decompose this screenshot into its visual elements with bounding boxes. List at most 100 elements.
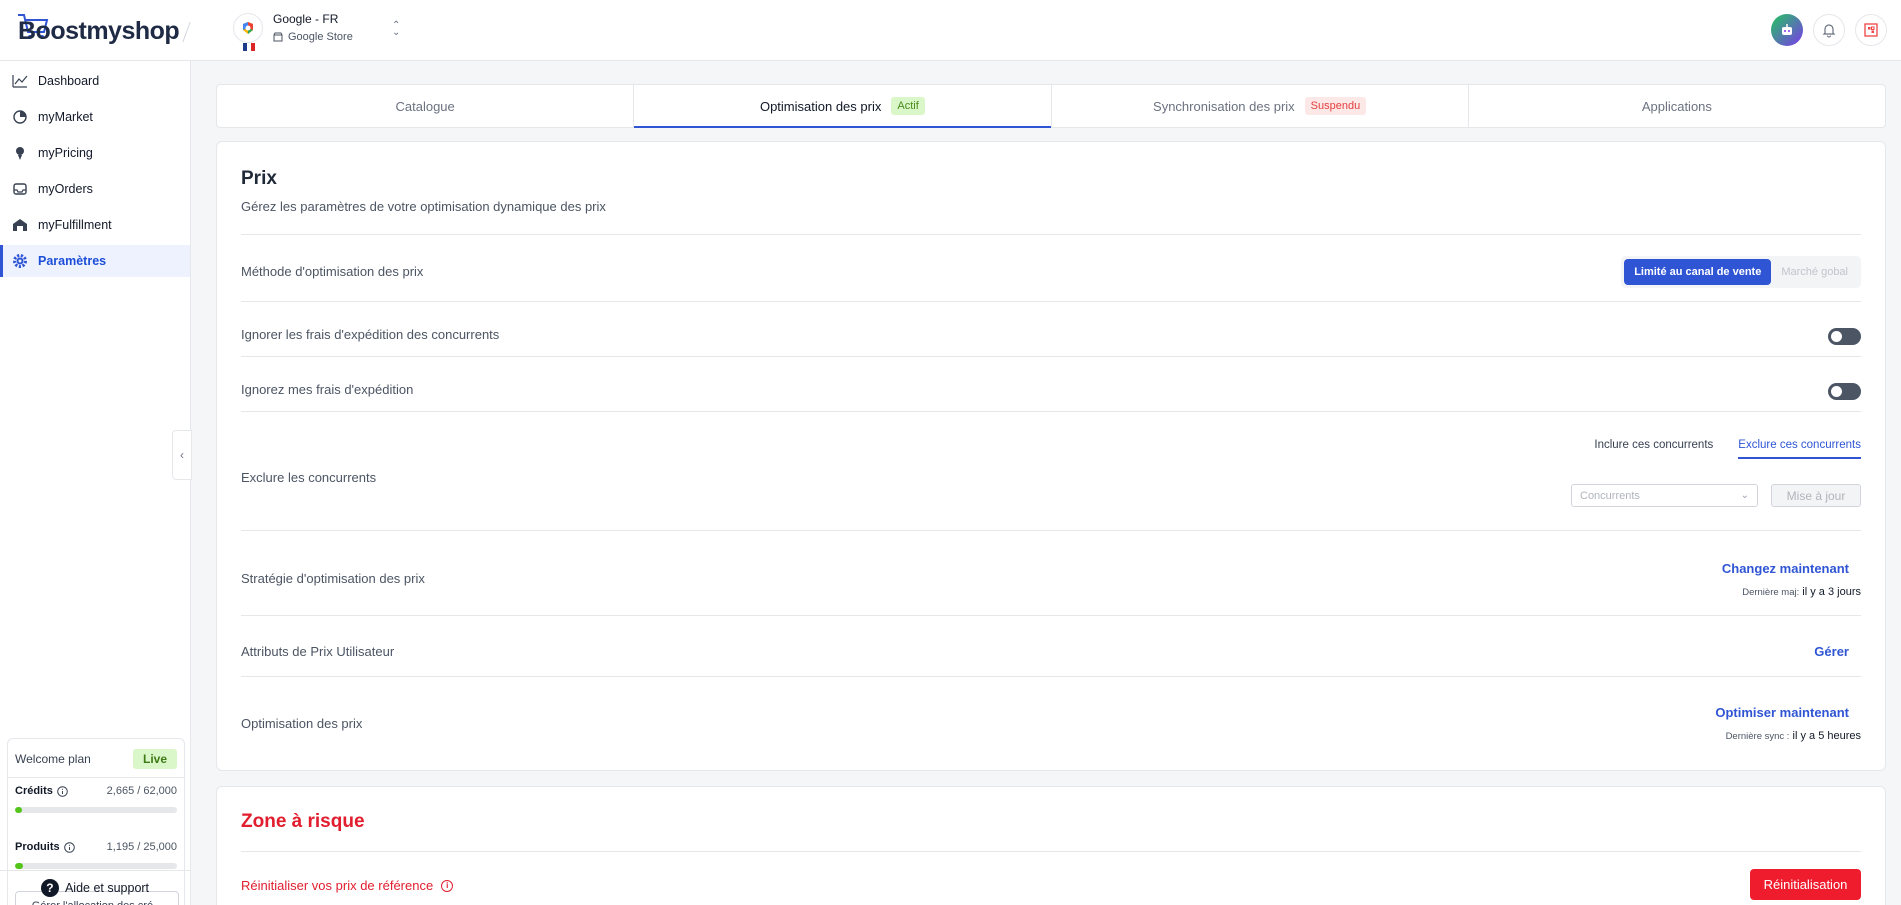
sidebar-item-label: Dashboard xyxy=(38,74,100,88)
assistant-button[interactable] xyxy=(1771,14,1803,46)
sidebar-item-mypricing[interactable]: myPricing xyxy=(0,137,190,169)
status-badge: Actif xyxy=(891,97,925,115)
tab-label: Optimisation des prix xyxy=(759,98,882,114)
status-badge: Live xyxy=(132,749,177,769)
store-selector[interactable]: Google - FR Google Store xyxy=(233,12,353,51)
sidebar-item-label: myFulfillment xyxy=(38,218,112,232)
top-bar: Boostmyshop Google - FR Google Store ⌃ ⌄ xyxy=(0,0,1901,61)
method-option-channel[interactable]: Limité au canal de vente xyxy=(1624,259,1772,285)
products-label: Produits xyxy=(15,841,60,853)
pie-chart-icon xyxy=(13,110,27,124)
chart-line-icon xyxy=(12,75,28,88)
select-placeholder: Concurrents xyxy=(1580,489,1640,502)
credits-progress-fill xyxy=(15,807,22,813)
reset-button[interactable]: Réinitialisation xyxy=(1750,869,1861,900)
user-price-attributes-label: Attributs de Prix Utilisateur xyxy=(241,644,395,659)
manage-attributes-link[interactable]: Gérer xyxy=(1814,644,1849,659)
tab-synchronisation-prix[interactable]: Synchronisation des prix Suspendu xyxy=(1052,85,1469,127)
chevron-up-down-icon[interactable]: ⌃ ⌄ xyxy=(392,21,400,38)
info-icon[interactable]: i xyxy=(441,879,454,892)
optimisation-last-sync: Dernière sync : il y a 5 heures xyxy=(1726,730,1861,742)
divider xyxy=(182,22,192,42)
notifications-button[interactable] xyxy=(1813,14,1845,46)
help-label: Aide et support xyxy=(64,881,150,895)
ignore-my-shipping-toggle[interactable] xyxy=(1828,383,1861,400)
tab-applications[interactable]: Applications xyxy=(1469,85,1885,127)
reset-reference-prices-label: Réinitialiser vos prix de référence i xyxy=(241,878,454,893)
sidebar-item-label: myMarket xyxy=(38,110,93,124)
info-icon[interactable] xyxy=(57,785,68,797)
google-store-avatar xyxy=(233,12,263,51)
top-actions xyxy=(1771,14,1887,46)
section-title: Prix xyxy=(241,168,277,189)
apps-button[interactable] xyxy=(1855,14,1887,46)
products-progress xyxy=(15,863,177,869)
prix-card: Prix Gérez les paramètres de votre optim… xyxy=(216,141,1886,771)
status-badge: Suspendu xyxy=(1304,97,1367,115)
sidebar: Dashboard myMarket myPricing myOrders my… xyxy=(0,61,191,905)
method-label: Méthode d'optimisation des prix xyxy=(241,264,424,279)
pricing-pin-icon xyxy=(16,147,24,160)
method-option-global[interactable]: Marché gobal xyxy=(1771,259,1858,285)
reset-label-text: Réinitialiser vos prix de référence xyxy=(241,878,434,893)
ignore-competitors-shipping-toggle[interactable] xyxy=(1828,328,1861,345)
ignore-competitors-shipping-label: Ignorer les frais d'expédition des concu… xyxy=(241,327,500,342)
france-flag-icon xyxy=(243,42,255,51)
sidebar-item-mymarket[interactable]: myMarket xyxy=(0,101,190,133)
sidebar-item-label: myOrders xyxy=(38,182,93,196)
store-name: Google - FR xyxy=(273,12,339,26)
tab-label: Catalogue xyxy=(395,98,455,114)
info-icon[interactable] xyxy=(63,841,75,853)
brand-name: Boostmyshop xyxy=(18,16,180,45)
divider xyxy=(241,411,1861,412)
sidebar-item-dashboard[interactable]: Dashboard xyxy=(0,65,190,97)
chevron-left-icon: ‹ xyxy=(180,448,184,462)
brand-logo[interactable]: Boostmyshop xyxy=(16,14,180,48)
settings-tabs: Catalogue Optimisation des prix Actif Sy… xyxy=(216,84,1886,128)
tab-include-competitors[interactable]: Inclure ces concurrents xyxy=(1594,439,1713,459)
competitors-select[interactable]: Concurrents ⌄ xyxy=(1571,484,1758,507)
shop-icon xyxy=(273,32,283,42)
question-icon: ? xyxy=(40,879,59,897)
tab-exclude-competitors[interactable]: Exclure ces concurrents xyxy=(1738,439,1861,459)
sidebar-item-label: myPricing xyxy=(38,146,93,160)
divider xyxy=(241,615,1861,616)
meta-label: Dernière sync : xyxy=(1725,731,1790,742)
divider xyxy=(241,234,1861,235)
products-progress-fill xyxy=(15,863,23,869)
credits-label: Crédits xyxy=(15,785,53,797)
gear-icon xyxy=(13,254,27,268)
help-support-link[interactable]: ? Aide et support xyxy=(0,870,190,905)
sidebar-item-parametres[interactable]: Paramètres xyxy=(0,245,190,277)
tab-optimisation-prix[interactable]: Optimisation des prix Actif xyxy=(634,85,1052,128)
meta-label: Dernière maj: xyxy=(1742,587,1800,598)
divider xyxy=(241,530,1861,531)
optimise-now-link[interactable]: Optimiser maintenant xyxy=(1715,705,1849,720)
plan-title: Welcome plan xyxy=(15,752,91,766)
collapse-sidebar-button[interactable]: ‹ xyxy=(172,430,192,480)
section-subtitle: Gérez les paramètres de votre optimisati… xyxy=(241,199,606,214)
divider xyxy=(241,301,1861,302)
store-type: Google Store xyxy=(288,31,353,43)
robot-icon xyxy=(1782,24,1792,35)
products-value: 1,195 / 25,000 xyxy=(106,841,177,853)
change-strategy-link[interactable]: Changez maintenant xyxy=(1722,561,1849,576)
meta-value: il y a 3 jours xyxy=(1802,586,1861,598)
method-segmented-control: Limité au canal de vente Marché gobal xyxy=(1621,256,1861,288)
divider xyxy=(241,356,1861,357)
ignore-my-shipping-label: Ignorez mes frais d'expédition xyxy=(241,382,414,397)
danger-zone-title: Zone à risque xyxy=(241,811,365,832)
tab-label: Applications xyxy=(1641,98,1712,114)
tab-catalogue[interactable]: Catalogue xyxy=(217,85,635,127)
competitor-filter-tabs: Inclure ces concurrents Exclure ces conc… xyxy=(1594,439,1861,459)
tab-label: Synchronisation des prix xyxy=(1153,98,1295,114)
strategy-last-update: Dernière maj: il y a 3 jours xyxy=(1742,586,1861,598)
bell-icon xyxy=(1822,24,1836,38)
inbox-icon xyxy=(13,183,27,195)
sidebar-item-myfulfillment[interactable]: myFulfillment xyxy=(0,209,190,241)
sidebar-item-myorders[interactable]: myOrders xyxy=(0,173,190,205)
price-optimisation-label: Optimisation des prix xyxy=(241,716,363,731)
store-subtitle: Google Store xyxy=(273,31,353,43)
update-button[interactable]: Mise à jour xyxy=(1771,484,1861,507)
credits-progress xyxy=(15,807,177,813)
